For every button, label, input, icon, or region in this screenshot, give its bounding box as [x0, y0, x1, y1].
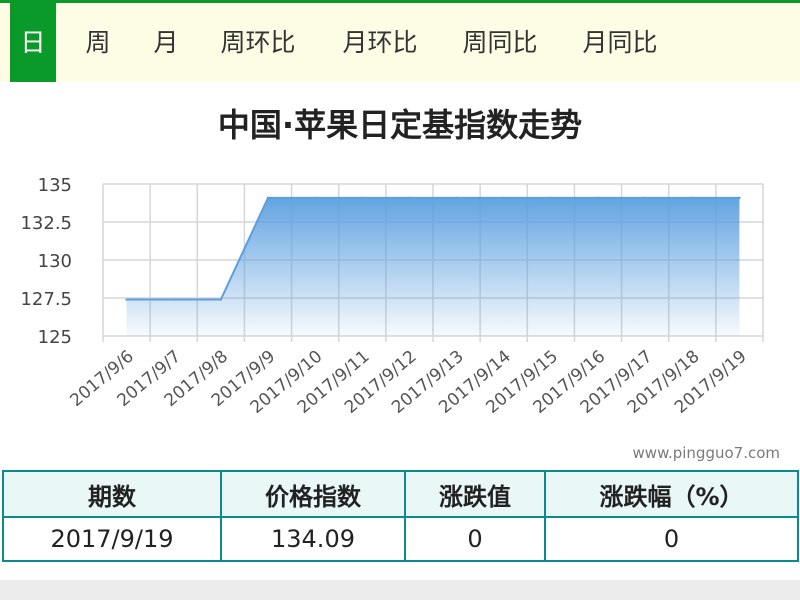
data-point: [361, 196, 364, 200]
header-change-percent: 涨跌幅（%）: [544, 470, 799, 518]
tab-month[interactable]: 月: [146, 3, 186, 82]
bottom-bar: [0, 580, 800, 600]
data-point: [738, 196, 741, 200]
header-period: 期数: [2, 470, 222, 518]
data-point: [549, 196, 553, 200]
data-point: [219, 298, 223, 301]
watermark-text: www.pingguo7.com: [632, 444, 780, 462]
y-tick-label: 135: [38, 175, 72, 196]
data-point: [502, 196, 505, 200]
tab-day[interactable]: 日: [10, 3, 56, 82]
y-tick-label: 132.5: [20, 213, 72, 234]
header-price-index: 价格指数: [220, 470, 406, 518]
table-header-row: 期数 价格指数 涨跌值 涨跌幅（%）: [2, 470, 799, 518]
tab-month-year-over-year[interactable]: 月同比: [572, 3, 668, 82]
data-point: [408, 196, 411, 200]
index-trend-chart: 125127.5130132.51352017/9/62017/9/72017/…: [20, 175, 764, 418]
data-point: [125, 298, 128, 301]
tab-week-over-week[interactable]: 周环比: [210, 3, 306, 82]
index-data-table: 期数 价格指数 涨跌值 涨跌幅（%） 2017/9/19 134.09 0 0: [2, 470, 799, 562]
y-tick-label: 127.5: [20, 289, 72, 310]
data-point: [313, 196, 317, 200]
y-tick-label: 125: [38, 327, 72, 348]
header-change-value: 涨跌值: [404, 470, 546, 518]
table-row: 2017/9/19 134.09 0 0: [2, 516, 799, 562]
data-point: [643, 196, 647, 200]
cell-price-index: 134.09: [220, 516, 406, 562]
series-area: [126, 197, 740, 336]
tab-week[interactable]: 周: [78, 3, 118, 82]
data-point: [691, 196, 694, 200]
data-point: [596, 196, 600, 200]
cell-period: 2017/9/19: [2, 516, 222, 562]
tab-month-over-month[interactable]: 月环比: [332, 3, 428, 82]
data-point: [172, 298, 175, 301]
tab-week-year-over-year[interactable]: 周同比: [452, 3, 548, 82]
data-point: [455, 196, 458, 200]
y-tick-label: 130: [38, 251, 72, 272]
period-tab-bar: 日 周 月 周环比 月环比 周同比 月同比: [0, 0, 800, 82]
chart-title: 中国·苹果日定基指数走势: [217, 106, 583, 144]
data-point: [266, 196, 270, 200]
cell-change-value: 0: [404, 516, 546, 562]
cell-change-percent: 0: [544, 516, 799, 562]
